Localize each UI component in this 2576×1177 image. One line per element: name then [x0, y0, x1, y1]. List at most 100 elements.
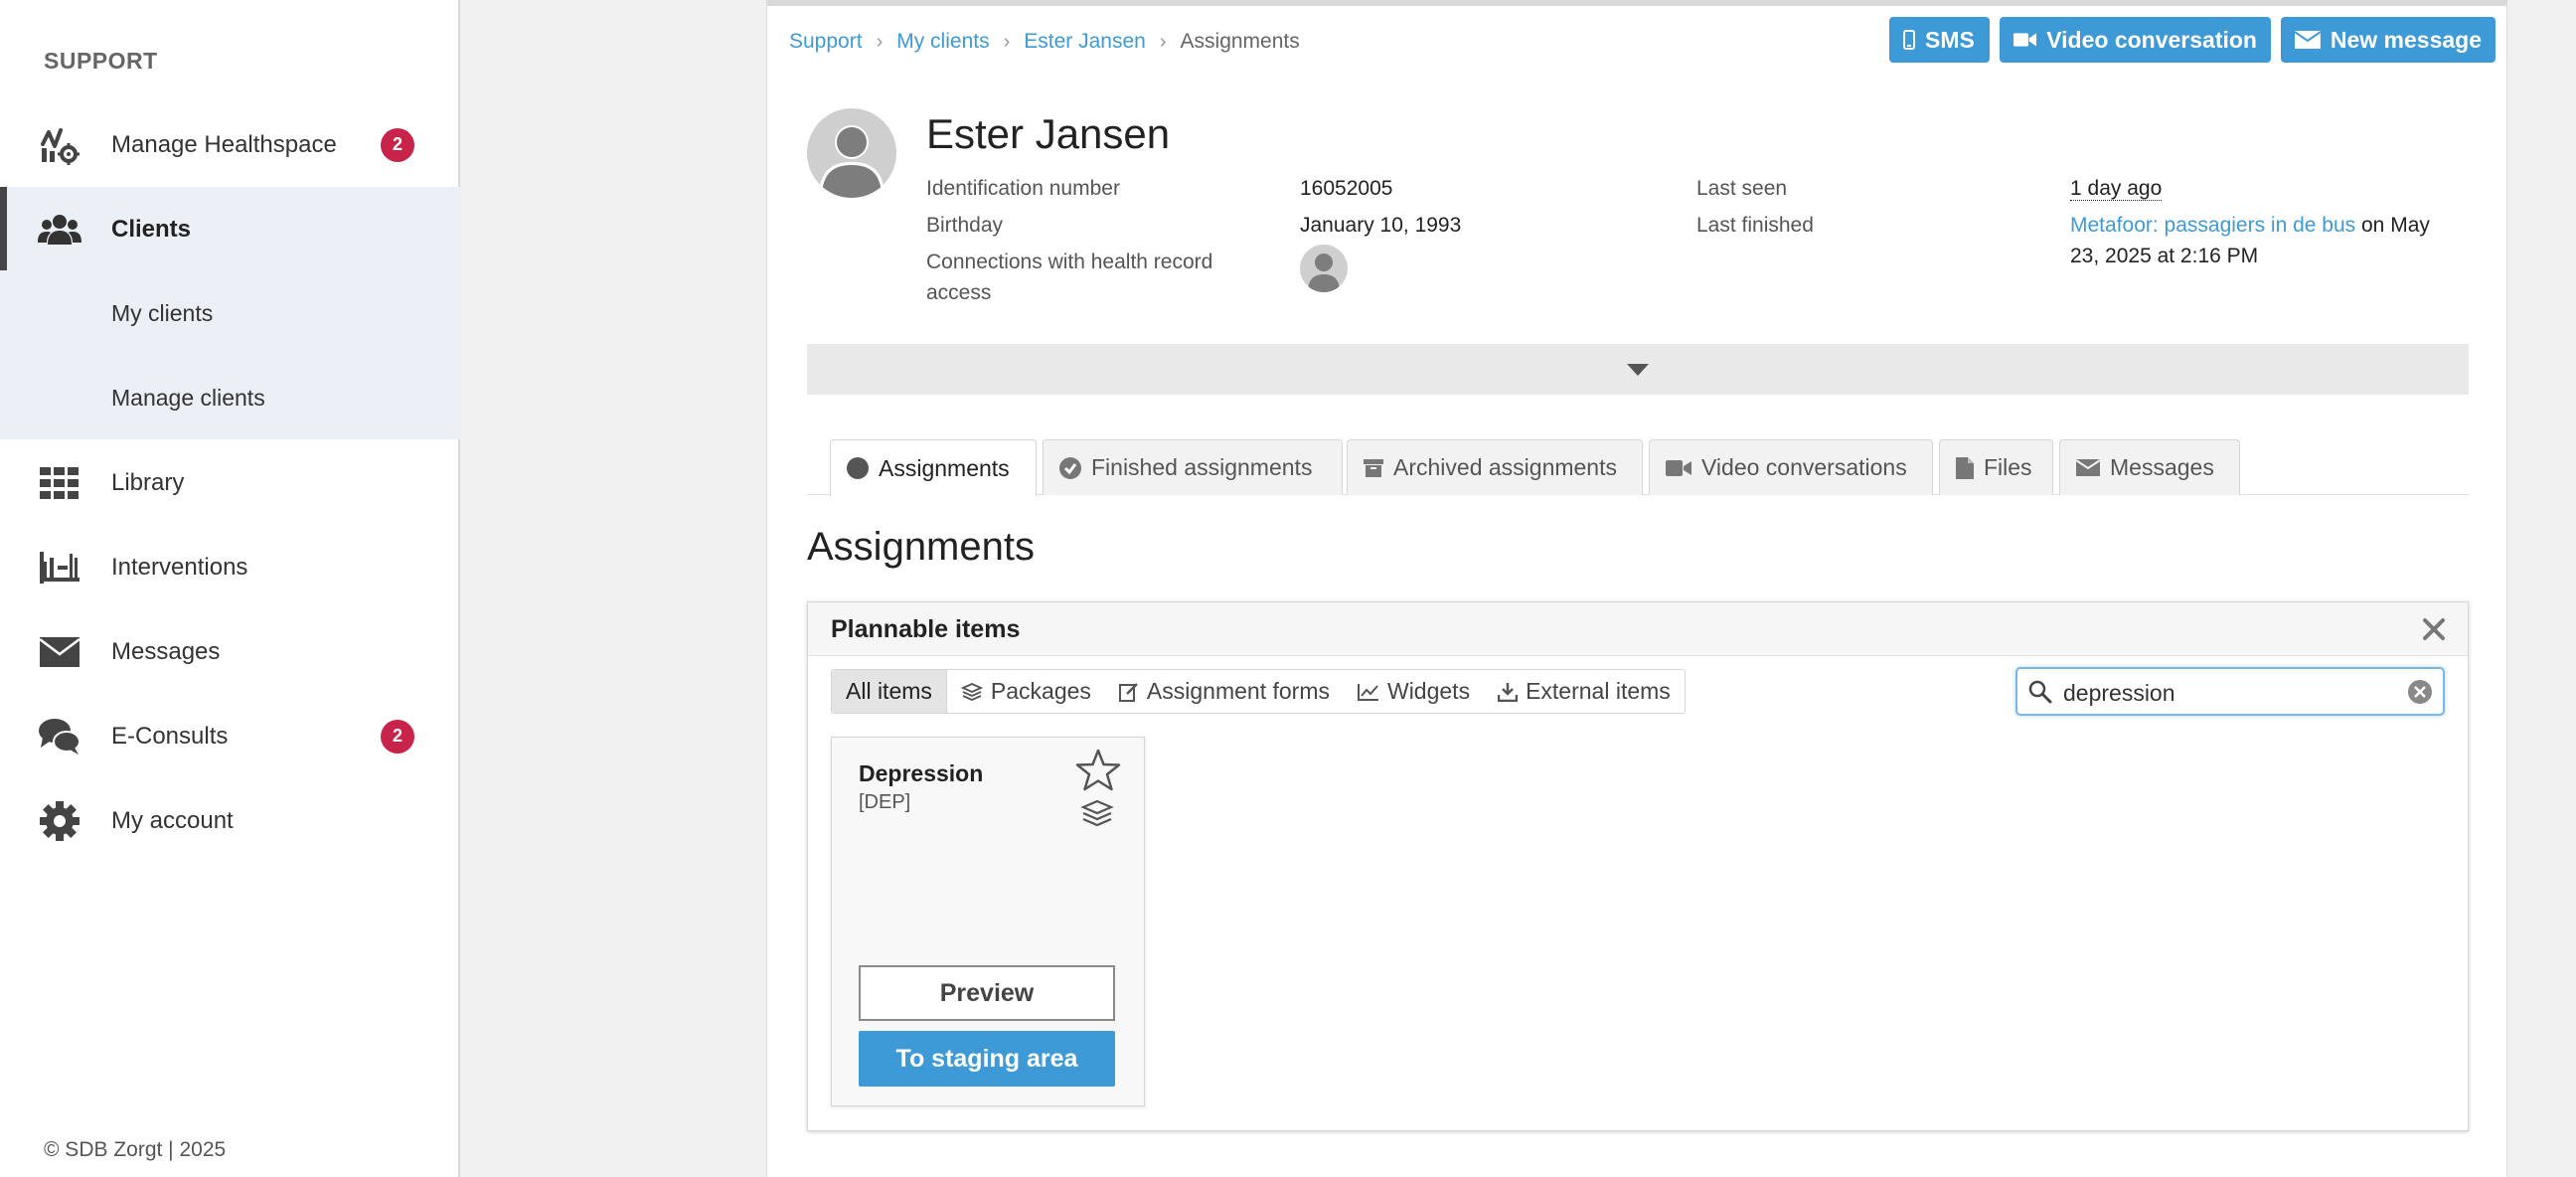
- breadcrumb-support[interactable]: Support: [789, 30, 863, 54]
- section-title: Assignments: [807, 525, 1035, 569]
- search-icon: [2028, 680, 2052, 704]
- sidebar-subitem-my-clients[interactable]: My clients: [111, 300, 213, 327]
- video-camera-icon: [2013, 33, 2037, 47]
- sidebar: SUPPORT Manage Healthspace 2 Clients My …: [0, 0, 460, 1177]
- filter-widgets[interactable]: Widgets: [1344, 670, 1484, 713]
- notification-badge: 2: [381, 719, 414, 754]
- envelope-icon: [2295, 31, 2321, 49]
- breadcrumb-my-clients[interactable]: My clients: [896, 30, 989, 54]
- sidebar-item-label: My account: [111, 806, 234, 834]
- client-avatar: [807, 108, 896, 198]
- copyright-footer: © SDB Zorgt | 2025: [44, 1138, 227, 1161]
- check-circle-icon: [1059, 456, 1081, 479]
- sidebar-item-my-account[interactable]: My account: [0, 778, 460, 863]
- plannable-header: Plannable items: [808, 602, 2468, 656]
- search-input[interactable]: [2061, 677, 2393, 709]
- connections-label: Connections with health record access: [926, 251, 1213, 304]
- tab-files[interactable]: Files: [1939, 439, 2053, 495]
- chevron-right-icon: ›: [876, 30, 884, 53]
- last-finished-value: Metafoor: passagiers in de bus on May 23…: [2070, 210, 2458, 271]
- expand-details-bar[interactable]: [807, 344, 2469, 395]
- star-icon[interactable]: [1075, 749, 1121, 792]
- circle-icon: [847, 457, 869, 479]
- mobile-phone-icon: [1903, 30, 1915, 50]
- birthday-value: January 10, 1993: [1300, 214, 1462, 237]
- new-message-button[interactable]: New message: [2281, 17, 2496, 63]
- caret-down-icon: [1627, 363, 1649, 376]
- chevron-right-icon: ›: [1003, 30, 1011, 53]
- chat-bubbles-icon: [38, 715, 81, 758]
- filter-all-items[interactable]: All items: [832, 670, 947, 713]
- tab-label: Archived assignments: [1393, 454, 1617, 480]
- sidebar-item-manage-healthspace[interactable]: Manage Healthspace 2: [0, 102, 460, 187]
- tab-label: Finished assignments: [1091, 454, 1313, 480]
- breadcrumb-client[interactable]: Ester Jansen: [1024, 30, 1146, 54]
- filter-label: Assignment forms: [1146, 678, 1330, 704]
- last-finished-link[interactable]: Metafoor: passagiers in de bus: [2070, 214, 2355, 237]
- filter-label: Widgets: [1386, 678, 1471, 704]
- edit-form-icon: [1118, 682, 1138, 702]
- sidebar-subitem-manage-clients[interactable]: Manage clients: [111, 385, 265, 412]
- search-field[interactable]: [2015, 667, 2445, 716]
- tab-messages[interactable]: Messages: [2059, 439, 2240, 495]
- line-chart-icon: [1357, 683, 1378, 701]
- client-name: Ester Jansen: [926, 110, 1171, 157]
- clients-submenu: My clients Manage clients: [0, 270, 460, 439]
- item-title: Depression: [859, 760, 984, 786]
- to-staging-area-button[interactable]: To staging area: [859, 1031, 1115, 1087]
- sidebar-item-library[interactable]: Library: [0, 440, 460, 525]
- sidebar-item-interventions[interactable]: Interventions: [0, 525, 460, 609]
- tab-video-conversations[interactable]: Video conversations: [1649, 439, 1933, 495]
- video-conversation-label: Video conversation: [2046, 26, 2257, 53]
- sms-label: SMS: [1925, 26, 1975, 53]
- filter-label: External items: [1526, 678, 1671, 704]
- filter-packages[interactable]: Packages: [947, 670, 1105, 713]
- close-icon[interactable]: [2420, 615, 2448, 643]
- video-camera-icon: [1666, 459, 1691, 476]
- item-code: [DEP]: [859, 791, 911, 813]
- last-seen-value: 1 day ago: [2070, 177, 2163, 201]
- new-message-label: New message: [2330, 26, 2482, 53]
- healthspace-settings-icon: [38, 123, 81, 167]
- tab-label: Assignments: [879, 454, 1010, 481]
- id-value: 16052005: [1300, 177, 1393, 200]
- connection-avatar[interactable]: [1300, 245, 1348, 292]
- plannable-items-panel: Plannable items All items Packages Assig…: [807, 601, 2469, 1131]
- tab-assignments[interactable]: Assignments: [830, 439, 1037, 496]
- plannable-item-card: Depression [DEP] Preview To staging area: [831, 737, 1145, 1106]
- item-type-filter: All items Packages Assignment forms Widg…: [831, 669, 1686, 714]
- sidebar-item-label: Manage Healthspace: [111, 130, 337, 158]
- main-panel: Support › My clients › Ester Jansen › As…: [766, 0, 2507, 1177]
- envelope-icon: [2076, 459, 2100, 476]
- id-label: Identification number: [926, 177, 1120, 200]
- grid-icon: [38, 461, 81, 505]
- sms-button[interactable]: SMS: [1889, 17, 1990, 63]
- sidebar-item-e-consults[interactable]: E-Consults 2: [0, 694, 460, 778]
- chevron-right-icon: ›: [1159, 30, 1167, 53]
- file-icon: [1956, 456, 1974, 479]
- filter-label: Packages: [990, 678, 1091, 704]
- sidebar-item-label: Library: [111, 468, 185, 496]
- clear-search-icon[interactable]: [2407, 679, 2433, 705]
- tab-label: Files: [1984, 454, 2032, 480]
- notification-badge: 2: [381, 127, 414, 162]
- layers-icon: [960, 682, 983, 701]
- sidebar-item-clients[interactable]: Clients: [0, 187, 460, 271]
- envelope-icon: [38, 630, 81, 674]
- sidebar-item-label: E-Consults: [111, 722, 229, 750]
- sidebar-item-label: Messages: [111, 637, 221, 665]
- tab-archived-assignments[interactable]: Archived assignments: [1347, 439, 1643, 495]
- tab-finished-assignments[interactable]: Finished assignments: [1043, 439, 1343, 495]
- filter-external-items[interactable]: External items: [1484, 670, 1685, 713]
- sidebar-item-messages[interactable]: Messages: [0, 609, 460, 694]
- birthday-label: Birthday: [926, 214, 1004, 237]
- users-icon: [38, 208, 81, 252]
- video-conversation-button[interactable]: Video conversation: [2000, 17, 2271, 63]
- filter-assignment-forms[interactable]: Assignment forms: [1105, 670, 1344, 713]
- tab-label: Messages: [2110, 454, 2214, 480]
- gear-icon: [38, 799, 81, 843]
- preview-button[interactable]: Preview: [859, 965, 1115, 1021]
- tab-label: Video conversations: [1701, 454, 1907, 480]
- sidebar-title: SUPPORT: [44, 48, 158, 74]
- last-seen-label: Last seen: [1696, 177, 1788, 200]
